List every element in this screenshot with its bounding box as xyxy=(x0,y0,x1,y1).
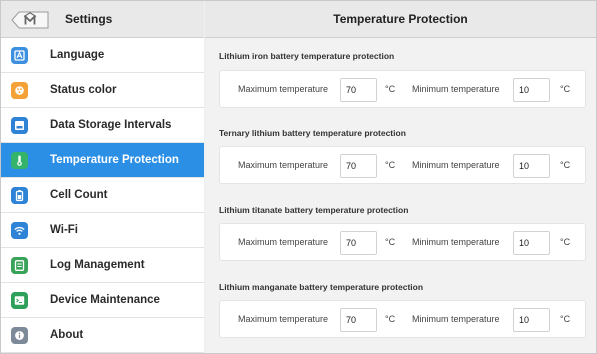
min-temperature-input[interactable]: 10 xyxy=(513,78,550,102)
max-temperature-label: Maximum temperature xyxy=(238,314,329,324)
min-temperature-label: Minimum temperature xyxy=(412,314,500,324)
info-icon xyxy=(11,327,28,344)
temperature-row-ternary-lithium: Maximum temperature 70 °C Minimum temper… xyxy=(219,146,586,184)
sidebar-menu: Language Status color Data Storage Inter… xyxy=(1,38,204,353)
sidebar-item-label: About xyxy=(50,329,84,341)
sidebar-item-label: Temperature Protection xyxy=(50,154,179,166)
terminal-icon xyxy=(11,292,28,309)
sidebar-item-label: Status color xyxy=(50,84,117,96)
sidebar-item-label: Language xyxy=(50,49,105,61)
section-title-lithium-manganate: Lithium manganate battery temperature pr… xyxy=(219,282,424,292)
sidebar-item-cell-count[interactable]: Cell Count xyxy=(1,178,204,213)
palette-icon xyxy=(11,82,28,99)
section-title-lithium-titanate: Lithium titanate battery temperature pro… xyxy=(219,205,409,215)
main-header: Temperature Protection xyxy=(205,1,596,38)
max-temperature-input[interactable]: 70 xyxy=(340,308,377,332)
log-icon xyxy=(11,257,28,274)
wifi-icon xyxy=(11,222,28,239)
section-title-ternary-lithium: Ternary lithium battery temperature prot… xyxy=(219,128,406,138)
max-temperature-label: Maximum temperature xyxy=(238,237,329,247)
home-button[interactable] xyxy=(9,9,51,31)
min-temperature-input[interactable]: 10 xyxy=(513,308,550,332)
sidebar-item-language[interactable]: Language xyxy=(1,38,204,73)
storage-icon xyxy=(11,117,28,134)
language-icon xyxy=(11,47,28,64)
temperature-row-lithium-titanate: Maximum temperature 70 °C Minimum temper… xyxy=(219,223,586,261)
max-temperature-label: Maximum temperature xyxy=(238,84,329,94)
min-temperature-label: Minimum temperature xyxy=(412,237,500,247)
min-temperature-unit: °C xyxy=(560,84,571,94)
min-temperature-input[interactable]: 10 xyxy=(513,154,550,178)
main-panel: Temperature Protection Lithium iron batt… xyxy=(205,1,596,353)
min-temperature-label: Minimum temperature xyxy=(412,160,500,170)
settings-window: Settings Language Status color Data Stor… xyxy=(0,0,597,354)
sidebar-title: Settings xyxy=(65,12,113,26)
min-temperature-input[interactable]: 10 xyxy=(513,231,550,255)
max-temperature-unit: °C xyxy=(385,84,396,94)
thermometer-icon xyxy=(11,152,28,169)
max-temperature-unit: °C xyxy=(385,160,396,170)
sidebar-item-label: Cell Count xyxy=(50,189,108,201)
battery-icon xyxy=(11,187,28,204)
min-temperature-unit: °C xyxy=(560,314,571,324)
home-icon xyxy=(11,11,49,29)
sidebar-item-label: Log Management xyxy=(50,259,145,271)
sidebar-item-data-storage-intervals[interactable]: Data Storage Intervals xyxy=(1,108,204,143)
sidebar-item-about[interactable]: About xyxy=(1,318,204,353)
max-temperature-label: Maximum temperature xyxy=(238,160,329,170)
max-temperature-input[interactable]: 70 xyxy=(340,154,377,178)
temperature-row-lithium-manganate: Maximum temperature 70 °C Minimum temper… xyxy=(219,300,586,338)
sidebar-header: Settings xyxy=(1,1,204,38)
sidebar-item-device-maintenance[interactable]: Device Maintenance xyxy=(1,283,204,318)
max-temperature-input[interactable]: 70 xyxy=(340,231,377,255)
max-temperature-unit: °C xyxy=(385,314,396,324)
sidebar-item-label: Device Maintenance xyxy=(50,294,160,306)
page-title: Temperature Protection xyxy=(333,12,468,26)
min-temperature-unit: °C xyxy=(560,160,571,170)
min-temperature-label: Minimum temperature xyxy=(412,84,500,94)
temperature-row-lithium-iron: Maximum temperature 70 °C Minimum temper… xyxy=(219,70,586,108)
sidebar-item-wi-fi[interactable]: Wi-Fi xyxy=(1,213,204,248)
sidebar: Settings Language Status color Data Stor… xyxy=(1,1,204,353)
sidebar-item-temperature-protection[interactable]: Temperature Protection xyxy=(1,143,204,178)
sidebar-item-label: Data Storage Intervals xyxy=(50,119,172,131)
sidebar-item-label: Wi-Fi xyxy=(50,224,78,236)
max-temperature-unit: °C xyxy=(385,237,396,247)
sidebar-item-status-color[interactable]: Status color xyxy=(1,73,204,108)
max-temperature-input[interactable]: 70 xyxy=(340,78,377,102)
sidebar-item-log-management[interactable]: Log Management xyxy=(1,248,204,283)
section-title-lithium-iron: Lithium iron battery temperature protect… xyxy=(219,51,395,61)
min-temperature-unit: °C xyxy=(560,237,571,247)
